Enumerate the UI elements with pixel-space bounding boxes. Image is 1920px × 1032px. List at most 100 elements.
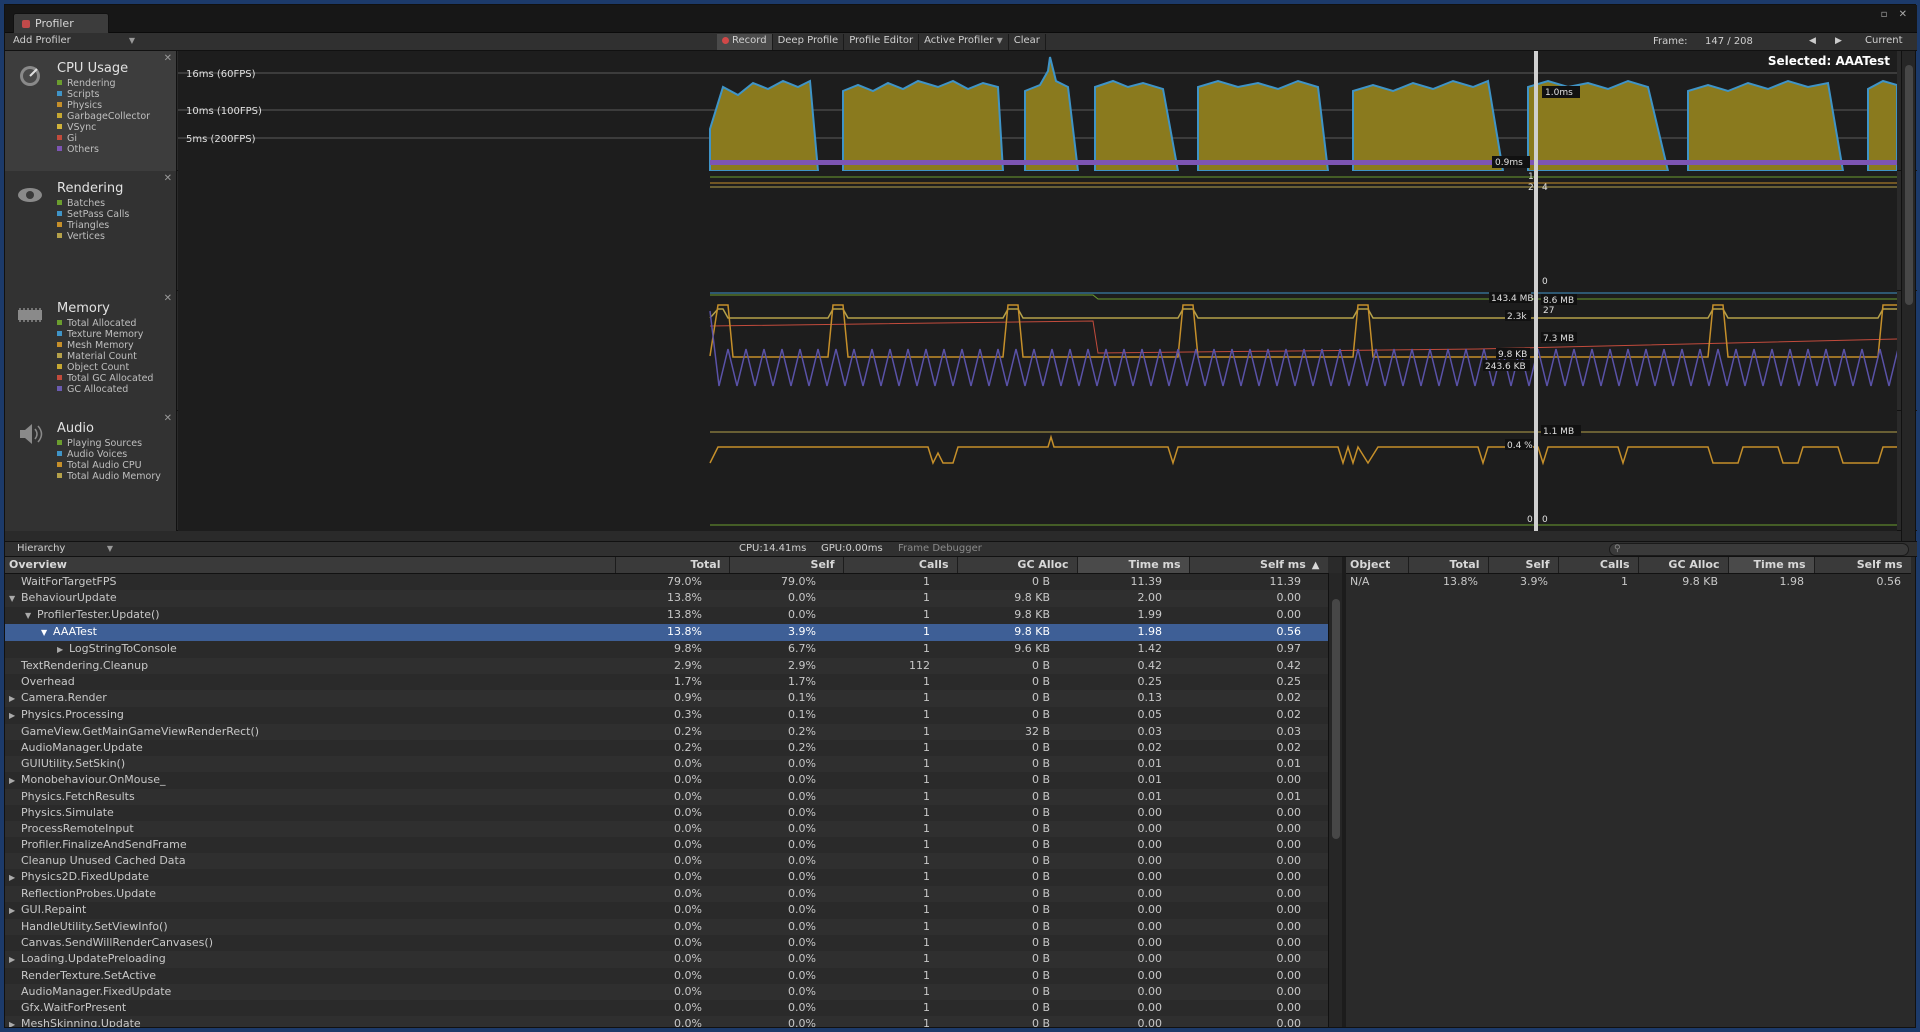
next-frame-icon[interactable]: ▶ — [1835, 36, 1842, 46]
table-row[interactable]: AudioManager.Update 0.2% 0.2% 1 0 B 0.02 0.02 — [5, 740, 1328, 756]
table-row[interactable]: ▶ Camera.Render 0.9% 0.1% 1 0 B 0.13 0.02 — [5, 689, 1328, 707]
table-row[interactable]: ▼ ProfilerTester.Update() 13.8% 0.0% 1 9.8 KB… — [5, 607, 1328, 624]
table-row[interactable]: Physics.FetchResults 0.0% 0.0% 1 0 B 0.01 0.01 — [5, 788, 1328, 805]
column-self[interactable]: Self — [729, 557, 844, 574]
rendering-label-panel[interactable]: Rendering Batches SetPass Calls Triangles V… — [5, 171, 177, 291]
rendering-module[interactable]: Rendering Batches SetPass Calls Triangles V… — [5, 171, 1917, 291]
hierarchy-view-dropdown[interactable]: Hierarchy ▼ — [17, 543, 113, 554]
table-row[interactable]: Canvas.SendWillRenderCanvases() 0.0% 0.0% 1… — [5, 935, 1328, 951]
collapsed-arrow-icon[interactable]: ▶ — [9, 708, 21, 724]
legend-item[interactable]: Others — [57, 144, 150, 155]
profile-editor-button[interactable]: Profile Editor — [844, 34, 920, 50]
legend-item[interactable]: Total GC Allocated — [57, 373, 153, 384]
expanded-arrow-icon[interactable]: ▼ — [41, 625, 53, 641]
collapsed-arrow-icon[interactable]: ▶ — [9, 903, 21, 919]
memory-graph[interactable]: 143.4 MB 8.6 MB 27 2.3k 7.3 MB 9.8 KB 24… — [178, 291, 1899, 411]
collapsed-arrow-icon[interactable]: ▶ — [9, 773, 21, 789]
collapsed-arrow-icon[interactable]: ▶ — [9, 952, 21, 968]
column-total[interactable]: Total — [1408, 557, 1489, 574]
table-row[interactable]: ▶ GUI.Repaint 0.0% 0.0% 1 0 B 0.00 0.00 — [5, 902, 1328, 919]
selected-frame-cursor[interactable] — [1534, 411, 1538, 531]
selected-frame-cursor[interactable] — [1534, 291, 1538, 411]
frame-debugger-button[interactable]: Frame Debugger — [898, 543, 982, 554]
table-row[interactable]: Cleanup Unused Cached Data 0.0% 0.0% 1 0 B 0.… — [5, 852, 1328, 869]
active-profiler-dropdown[interactable]: Active Profiler ▼ — [919, 34, 1009, 50]
legend-item[interactable]: Total Allocated — [57, 318, 153, 329]
selected-frame-cursor[interactable] — [1534, 51, 1538, 171]
expanded-arrow-icon[interactable]: ▼ — [9, 591, 21, 607]
legend-item[interactable]: Total Audio Memory — [57, 471, 161, 482]
table-row[interactable]: AudioManager.FixedUpdate 0.0% 0.0% 1 0 B 0.00… — [5, 983, 1328, 1000]
column-object[interactable]: Object — [1346, 557, 1409, 574]
legend-item[interactable]: Total Audio CPU — [57, 460, 161, 471]
window-controls[interactable]: ▫ ✕ — [1881, 9, 1911, 20]
close-icon[interactable]: ✕ — [164, 173, 172, 184]
audio-graph[interactable]: 1.1 MB 0.4 % 0 0 — [178, 411, 1897, 531]
column-overview[interactable]: Overview — [5, 557, 616, 574]
cpu-usage-label-panel[interactable]: CPU Usage Rendering Scripts Physics Garbage… — [5, 51, 177, 171]
column-self-ms[interactable]: Self ms — [1814, 557, 1911, 574]
column-calls[interactable]: Calls — [1558, 557, 1639, 574]
collapsed-arrow-icon[interactable]: ▶ — [9, 691, 21, 707]
cpu-usage-graph[interactable]: 16ms (60FPS) 10ms (100FPS) 5ms (200FPS) … — [178, 51, 1898, 172]
table-row[interactable]: Gfx.WaitForPresent 0.0% 0.0% 1 0 B 0.00 0.00 — [5, 1000, 1328, 1016]
legend-item[interactable]: Playing Sources — [57, 438, 161, 449]
legend-item[interactable]: SetPass Calls — [57, 209, 129, 220]
audio-label-panel[interactable]: Audio Playing Sources Audio Voices Total A… — [5, 411, 177, 531]
legend-item[interactable]: GarbageCollector — [57, 111, 150, 122]
legend-item[interactable]: Audio Voices — [57, 449, 161, 460]
table-row[interactable]: HandleUtility.SetViewInfo() 0.0% 0.0% 1 0 B0… — [5, 918, 1328, 935]
rendering-graph[interactable]: 1 2 4 0 — [178, 171, 1897, 291]
legend-item[interactable]: Mesh Memory — [57, 340, 153, 351]
cpu-usage-module[interactable]: CPU Usage Rendering Scripts Physics Garbage… — [5, 51, 1917, 172]
column-time-ms[interactable]: Time ms — [1728, 557, 1815, 574]
table-row[interactable]: N/A 13.8% 3.9% 1 9.8 KB 1.98 0.56 — [1346, 573, 1911, 590]
table-row[interactable]: ▶ Loading.UpdatePreloading 0.0% 0.0% 1 0 B 0.0… — [5, 950, 1328, 968]
charts-scrollbar[interactable] — [1901, 51, 1915, 541]
column-self[interactable]: Self — [1488, 557, 1559, 574]
table-row[interactable]: ▶ Physics2D.FixedUpdate 0.0% 0.0% 1 0 B 0.00 0.… — [5, 869, 1328, 886]
column-self-ms[interactable]: Self ms ▲ — [1189, 557, 1328, 574]
column-time-ms[interactable]: Time ms — [1077, 557, 1190, 574]
hierarchy-scrollbar-thumb[interactable] — [1332, 599, 1340, 839]
table-row[interactable]: Overhead 1.7% 1.7% 1 0 B 0.25 0.25 — [5, 674, 1328, 690]
legend-item[interactable]: Batches — [57, 198, 129, 209]
current-frame-button[interactable]: Current — [1865, 35, 1903, 46]
legend-item[interactable]: Material Count — [57, 351, 153, 362]
selected-frame-cursor[interactable] — [1534, 171, 1538, 291]
expanded-arrow-icon[interactable]: ▼ — [25, 608, 37, 624]
close-icon[interactable]: ✕ — [164, 53, 172, 64]
legend-item[interactable]: Rendering — [57, 78, 150, 89]
close-icon[interactable]: ✕ — [164, 293, 172, 304]
legend-item[interactable]: Texture Memory — [57, 329, 153, 340]
add-profiler-dropdown[interactable]: Add Profiler ▼ — [13, 35, 135, 49]
legend-item[interactable]: Vertices — [57, 231, 129, 242]
table-row[interactable]: RenderTexture.SetActive 0.0% 0.0% 1 0 B 0.00 0… — [5, 968, 1328, 984]
legend-item[interactable]: VSync — [57, 122, 150, 133]
legend-item[interactable]: Triangles — [57, 220, 129, 231]
column-calls[interactable]: Calls — [843, 557, 958, 574]
table-row[interactable]: WaitForTargetFPS 79.0% 79.0% 1 0 B 11.39 11.39 — [5, 573, 1328, 590]
table-row[interactable]: Physics.Simulate 0.0% 0.0% 1 0 B 0.00 0.00 — [5, 805, 1328, 821]
table-row[interactable]: ▼ BehaviourUpdate 13.8% 0.0% 1 9.8 KB 2.00 0.00 — [5, 589, 1328, 607]
hierarchy-search-input[interactable]: ⚲ — [1609, 543, 1909, 556]
table-row[interactable]: ▶ LogStringToConsole 9.8% 6.7% 1 9.6 KB 1.42 0.… — [5, 641, 1328, 658]
previous-frame-icon[interactable]: ◀ — [1809, 36, 1816, 46]
table-row[interactable]: ▼ AAATest 13.8% 3.9% 1 9.8 KB 1.98 0.56 — [5, 623, 1328, 641]
table-row[interactable]: GameView.GetMainGameViewRenderRect() 0.2%… — [5, 723, 1328, 740]
close-icon[interactable]: ✕ — [164, 413, 172, 424]
column-gc-alloc[interactable]: GC Alloc — [957, 557, 1078, 574]
collapsed-arrow-icon[interactable]: ▶ — [9, 870, 21, 886]
deep-profile-button[interactable]: Deep Profile — [773, 34, 845, 50]
collapsed-arrow-icon[interactable]: ▶ — [57, 642, 69, 658]
legend-item[interactable]: Object Count — [57, 362, 153, 373]
table-row[interactable]: GUIUtility.SetSkin() 0.0% 0.0% 1 0 B 0.01 0.01 — [5, 755, 1328, 772]
table-row[interactable]: TextRendering.Cleanup 2.9% 2.9% 112 0 B 0.42 0… — [5, 657, 1328, 674]
hierarchy-scrollbar[interactable] — [1328, 573, 1342, 1027]
profiler-tab[interactable]: Profiler — [13, 13, 109, 33]
charts-scrollbar-thumb[interactable] — [1905, 65, 1913, 305]
clear-button[interactable]: Clear — [1009, 34, 1046, 50]
table-row[interactable]: ReflectionProbes.Update 0.0% 0.0% 1 0 B 0.00 0… — [5, 885, 1328, 902]
memory-label-panel[interactable]: Memory Total Allocated Texture Memory Mesh… — [5, 291, 177, 411]
table-row[interactable]: ▶ MeshSkinning.Update 0.0% 0.0% 1 0 B 0.00 0.00 — [5, 1015, 1328, 1027]
